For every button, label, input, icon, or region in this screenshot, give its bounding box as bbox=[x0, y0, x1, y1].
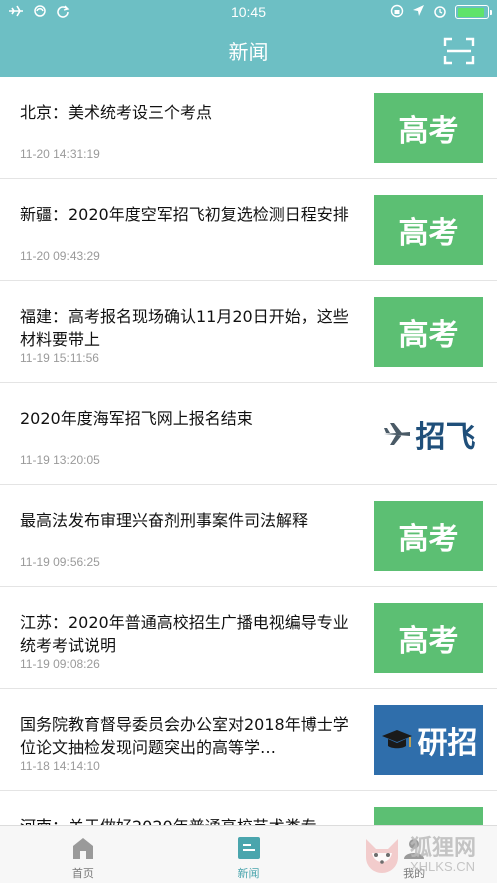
news-title: 福建：高考报名现场确认11月20日开始，这些材料要带上 bbox=[20, 307, 349, 349]
news-time: 11-20 09:43:29 bbox=[20, 249, 100, 263]
news-thumbnail: 研招 bbox=[374, 705, 483, 775]
news-item[interactable]: 北京：美术统考设三个考点 11-20 14:31:19 高考 bbox=[0, 77, 497, 179]
news-thumbnail: 高考 bbox=[374, 195, 483, 265]
nav-bar: 新闻 bbox=[0, 24, 497, 77]
news-title: 新疆：2020年度空军招飞初复选检测日程安排 bbox=[20, 205, 349, 224]
status-bar: 10:45 bbox=[0, 0, 497, 24]
news-thumbnail: 高考 bbox=[374, 93, 483, 163]
news-item[interactable]: 2020年度海军招飞网上报名结束 11-19 13:20:05 招飞 bbox=[0, 383, 497, 485]
news-icon bbox=[237, 837, 260, 859]
battery-fill bbox=[457, 7, 484, 17]
news-list[interactable]: 北京：美术统考设三个考点 11-20 14:31:19 高考 新疆：2020年度… bbox=[0, 77, 497, 825]
news-time: 11-19 09:56:25 bbox=[20, 555, 100, 569]
tab-label: 新闻 bbox=[237, 867, 260, 880]
airplane-icon bbox=[383, 423, 410, 445]
thumbnail-tag: 高考 bbox=[398, 624, 459, 659]
news-title: 江苏：2020年普通高校招生广播电视编导专业统考考试说明 bbox=[20, 613, 349, 655]
news-title: 2020年度海军招飞网上报名结束 bbox=[20, 409, 253, 428]
news-time: 11-19 13:20:05 bbox=[20, 453, 100, 467]
thumbnail-tag: 高考 bbox=[398, 318, 459, 353]
news-title: 北京：美术统考设三个考点 bbox=[20, 103, 213, 122]
status-time: 10:45 bbox=[230, 4, 267, 20]
news-item[interactable]: 福建：高考报名现场确认11月20日开始，这些材料要带上 11-19 15:11:… bbox=[0, 281, 497, 383]
news-item[interactable]: 江苏：2020年普通高校招生广播电视编导专业统考考试说明 11-19 09:08… bbox=[0, 587, 497, 689]
tab-news[interactable]: 新闻 bbox=[166, 826, 332, 883]
thumbnail-tag: 研招 bbox=[417, 726, 478, 761]
news-title: 最高法发布审理兴奋剂刑事案件司法解释 bbox=[20, 511, 309, 530]
watermark: 狐狸网 XHLKS.CN bbox=[358, 827, 497, 883]
tab-label: 首页 bbox=[71, 867, 94, 880]
news-item[interactable]: 新疆：2020年度空军招飞初复选检测日程安排 11-20 09:43:29 高考 bbox=[0, 179, 497, 281]
thumbnail-tag: 高考 bbox=[398, 216, 459, 251]
news-title: 河南：关于做好2020年普通高校艺术类专 bbox=[20, 815, 360, 825]
watermark-text: 狐狸网 XHLKS.CN bbox=[410, 837, 476, 874]
news-thumbnail: 高考 bbox=[374, 603, 483, 673]
scan-button[interactable] bbox=[443, 37, 475, 65]
home-icon bbox=[72, 838, 93, 859]
news-time: 11-18 14:14:10 bbox=[20, 759, 100, 773]
fox-logo-icon bbox=[366, 839, 398, 873]
watermark-cn: 狐狸网 bbox=[410, 835, 477, 861]
news-item[interactable]: 河南：关于做好2020年普通高校艺术类专 bbox=[0, 791, 497, 825]
page-title: 新闻 bbox=[228, 40, 269, 64]
news-thumbnail: 高考 bbox=[374, 297, 483, 367]
news-item[interactable]: 最高法发布审理兴奋剂刑事案件司法解释 11-19 09:56:25 高考 bbox=[0, 485, 497, 587]
news-thumbnail: 招飞 bbox=[374, 399, 483, 469]
battery-icon bbox=[455, 5, 492, 19]
watermark-en: XHLKS.CN bbox=[410, 858, 476, 874]
tab-home[interactable]: 首页 bbox=[0, 826, 166, 883]
news-time: 11-20 14:31:19 bbox=[20, 147, 100, 161]
news-thumbnail bbox=[374, 807, 483, 825]
news-time: 11-19 15:11:56 bbox=[20, 351, 99, 365]
thumbnail-tag: 高考 bbox=[398, 114, 459, 149]
news-item[interactable]: 国务院教育督导委员会办公室对2018年博士学位论文抽检发现问题突出的高等学… 1… bbox=[0, 689, 497, 791]
news-title: 国务院教育督导委员会办公室对2018年博士学位论文抽检发现问题突出的高等学… bbox=[20, 715, 349, 757]
thumbnail-tag: 高考 bbox=[398, 522, 459, 557]
thumbnail-tag: 招飞 bbox=[415, 420, 476, 455]
graduation-cap-icon bbox=[381, 730, 412, 749]
news-time: 11-19 09:08:26 bbox=[20, 657, 100, 671]
scan-icon bbox=[443, 37, 475, 65]
news-thumbnail: 高考 bbox=[374, 501, 483, 571]
